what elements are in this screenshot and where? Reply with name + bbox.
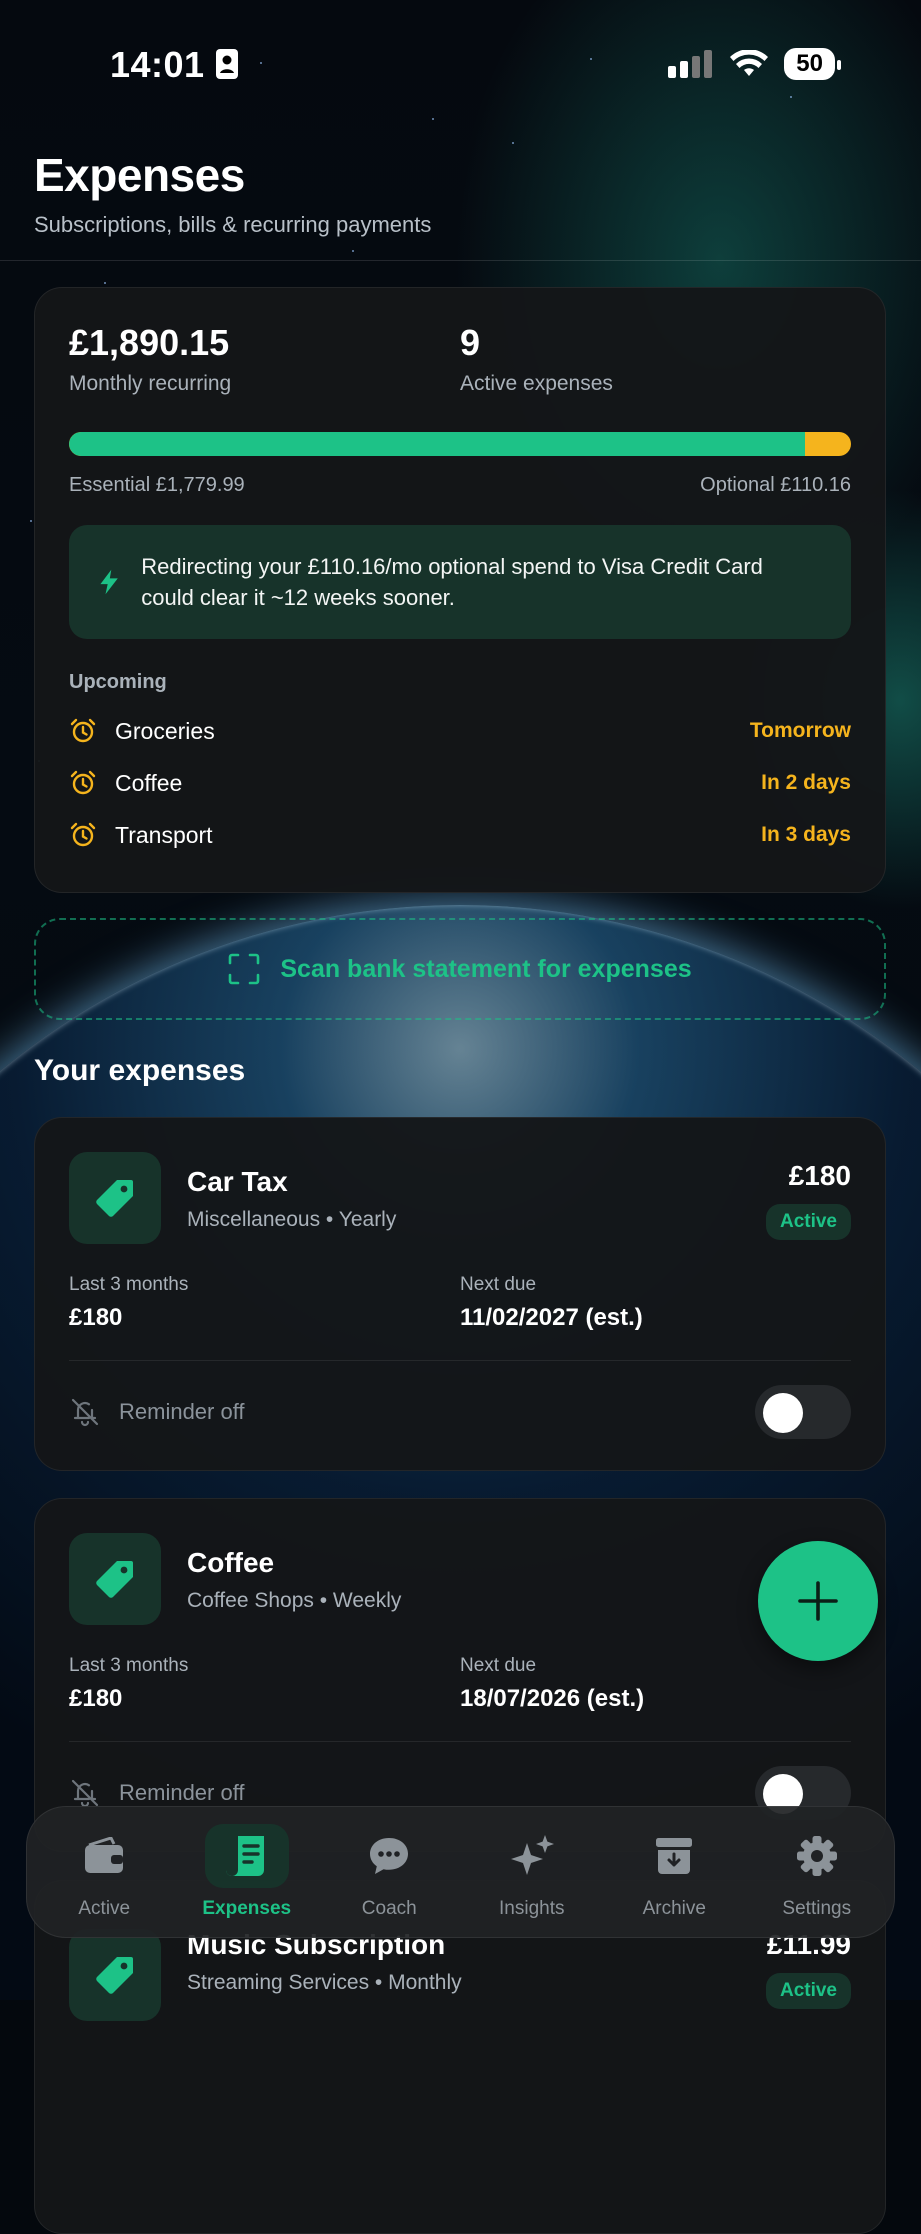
expense-card[interactable]: Car Tax Miscellaneous • Yearly £180 Acti… [34,1117,886,1471]
chat-icon [347,1824,431,1888]
battery-indicator: 50 [784,48,841,80]
tag-icon [69,1152,161,1244]
nav-item-archive[interactable]: Archive [606,1824,742,1920]
last-3-months-label: Last 3 months [69,1655,189,1676]
status-badge: Active [765,1973,851,2009]
nav-item-coach[interactable]: Coach [321,1824,457,1920]
nav-item-label: Expenses [202,1898,292,1919]
upcoming-title: Upcoming [69,671,167,693]
page-title: Expenses [34,149,245,201]
alarm-clock-icon [70,822,96,847]
nav-item-expenses[interactable]: Expenses [179,1824,315,1920]
expense-name: Car Tax [187,1166,288,1197]
lightning-icon [100,569,118,595]
last-3-months-value: £180 [69,1685,123,1712]
scan-statement-label: Scan bank statement for expenses [280,954,692,983]
nav-item-active[interactable]: Active [36,1824,172,1920]
upcoming-item-when: In 2 days [761,771,851,794]
bottom-nav: Active Expenses Coach Insights Archive S… [26,1806,895,1938]
header-divider [0,260,921,261]
wallet-icon [62,1824,146,1888]
last-3-months-value: £180 [69,1304,123,1331]
upcoming-item-label: Coffee [115,769,183,796]
scan-frame-icon [229,953,260,985]
upcoming-item-when: In 3 days [761,823,851,846]
upcoming-item-label: Groceries [115,717,215,744]
upcoming-item[interactable]: Coffee In 2 days [69,768,851,798]
expense-meta: Coffee Shops • Weekly [187,1589,402,1612]
upcoming-item-when: Tomorrow [749,719,851,742]
reminder-toggle[interactable] [755,1385,851,1439]
essential-bar-fill [69,432,805,456]
last-3-months-label: Last 3 months [69,1274,189,1295]
upcoming-item[interactable]: Transport In 3 days [69,820,851,850]
alarm-clock-icon [70,770,96,795]
status-icons: 50 [668,48,841,80]
page-header: Expenses Subscriptions, bills & recurrin… [34,148,431,238]
expense-meta: Miscellaneous • Yearly [187,1208,397,1231]
card-divider [69,1360,851,1361]
essential-optional-bar [69,432,851,456]
status-badge: Active [765,1204,851,1240]
savings-tip: Redirecting your £110.16/mo optional spe… [69,525,851,639]
reminder-status: Reminder off [119,1780,245,1805]
monthly-recurring-amount: £1,890.15 [69,322,230,363]
nav-item-label: Archive [642,1898,706,1919]
expense-name: Coffee [187,1547,275,1578]
receipt-icon [204,1824,289,1888]
reminder-status: Reminder off [119,1399,245,1424]
section-title: Your expenses [34,1054,246,1087]
expense-card[interactable]: Coffee Coffee Shops • Weekly Last 3 mont… [34,1498,886,1852]
page-subtitle: Subscriptions, bills & recurring payment… [34,212,432,237]
next-due-label: Next due [460,1274,537,1295]
plus-icon [798,1581,838,1621]
archive-icon [632,1824,716,1888]
upcoming-item-label: Transport [115,821,213,848]
add-expense-button[interactable] [758,1541,878,1661]
expense-meta: Streaming Services • Monthly [187,1971,462,1994]
savings-tip-text: Redirecting your £110.16/mo optional spe… [141,554,763,610]
summary-card: £1,890.15 Monthly recurring 9 Active exp… [34,287,886,893]
id-badge-icon [216,49,239,79]
active-expenses-label: Active expenses [460,372,613,395]
nav-item-settings[interactable]: Settings [749,1824,885,1920]
essential-label: Essential £1,779.99 [69,474,245,496]
tag-icon [69,1533,161,1625]
gear-icon [775,1824,859,1888]
next-due-label: Next due [460,1655,537,1676]
optional-label: Optional £110.16 [700,474,851,496]
wifi-icon [730,50,769,76]
tag-icon [69,1929,161,2021]
bell-off-icon [71,1779,99,1808]
upcoming-item[interactable]: Groceries Tomorrow [69,716,851,746]
active-expenses-count: 9 [460,322,481,363]
nav-item-label: Settings [782,1898,852,1919]
nav-item-label: Coach [361,1898,417,1919]
sparkles-icon [490,1824,574,1888]
alarm-clock-icon [70,718,96,743]
nav-item-label: Insights [499,1898,565,1919]
next-due-value: 11/02/2027 (est.) [460,1304,643,1331]
nav-item-insights[interactable]: Insights [464,1824,600,1920]
bell-off-icon [71,1398,99,1427]
expense-amount: £180 [788,1160,851,1191]
card-divider [69,1741,851,1742]
next-due-value: 18/07/2026 (est.) [460,1685,645,1712]
upcoming-list: Groceries Tomorrow Coffee In 2 days Tran… [69,716,851,850]
cellular-signal-icon [668,50,713,78]
nav-item-label: Active [78,1898,131,1919]
monthly-recurring-label: Monthly recurring [69,372,232,395]
scan-statement-button[interactable]: Scan bank statement for expenses [34,918,886,1020]
status-time: 14:01 [110,44,239,86]
